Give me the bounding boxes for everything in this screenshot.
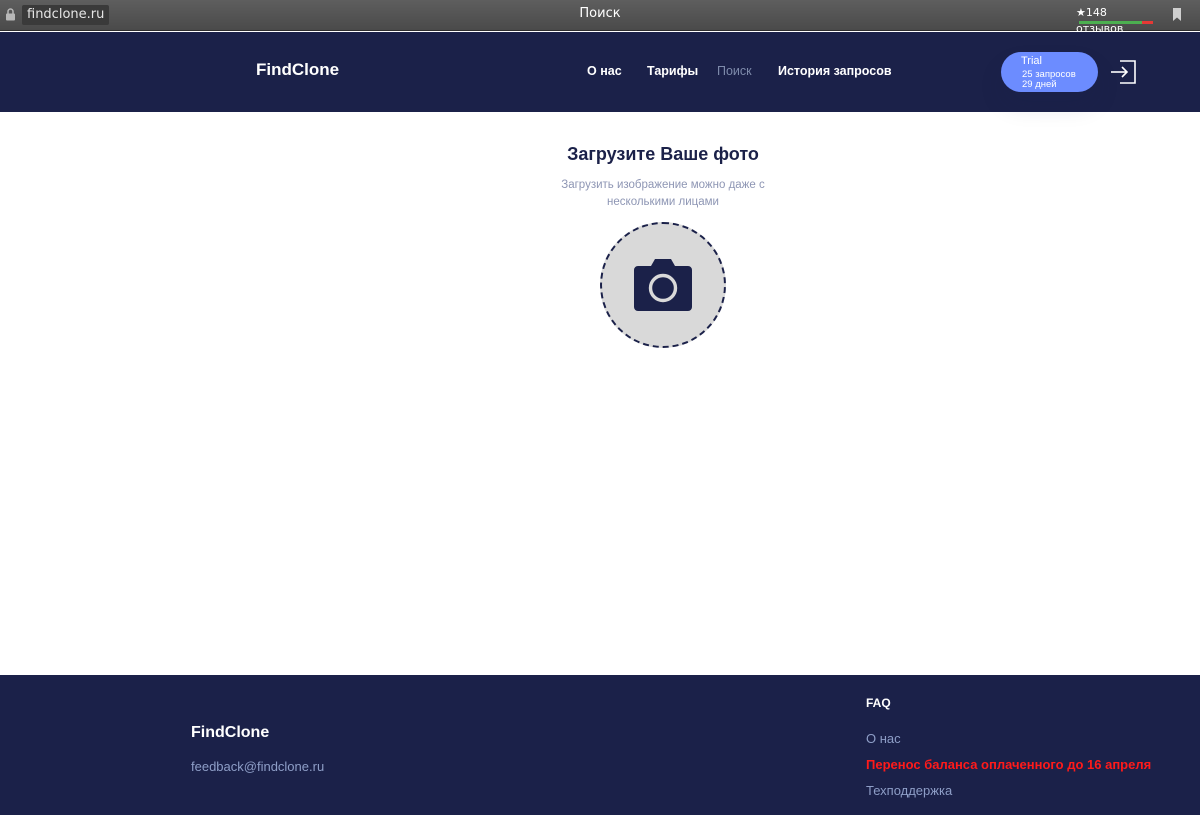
footer-link-balance-transfer[interactable]: Перенос баланса оплаченного до 16 апреля	[866, 757, 1151, 772]
plan-days: 29 дней	[1022, 79, 1057, 90]
footer-link-support[interactable]: Техподдержка	[866, 783, 952, 798]
nav-history[interactable]: История запросов	[778, 64, 892, 78]
photo-upload-button[interactable]	[600, 222, 726, 348]
page-title: Загрузите Ваше фото	[567, 144, 759, 164]
page-tab-title: Поиск	[579, 6, 621, 21]
subtitle-line-2: несколькими лицами	[607, 196, 719, 208]
nav-about[interactable]: О нас	[587, 64, 622, 78]
bookmark-icon[interactable]	[1172, 8, 1182, 21]
reviews-badge[interactable]: ★148 отзывов	[1076, 5, 1154, 35]
site-footer: FindClone feedback@findclone.ru FAQ О на…	[0, 675, 1200, 815]
faq-heading: FAQ	[866, 696, 891, 710]
rating-bar	[1079, 21, 1153, 24]
feedback-email-link[interactable]: feedback@findclone.ru	[191, 759, 324, 774]
footer-logo[interactable]: FindClone	[191, 724, 269, 742]
footer-link-about[interactable]: О нас	[866, 731, 901, 746]
nav-tariffs[interactable]: Тарифы	[647, 64, 698, 78]
login-icon[interactable]	[1110, 60, 1136, 84]
camera-icon	[634, 259, 692, 311]
site-header: FindClone О нас Тарифы Поиск История зап…	[0, 32, 1200, 112]
subtitle-line-1: Загрузить изображение можно даже с	[561, 179, 765, 191]
page-subtitle: Загрузить изображение можно даже с неско…	[550, 177, 776, 211]
plan-badge[interactable]: Trial 25 запросов 29 дней	[1001, 52, 1098, 92]
nav-search[interactable]: Поиск	[717, 64, 752, 78]
plan-name: Trial	[1021, 55, 1042, 67]
browser-toolbar: findclone.ru Поиск ★148 отзывов	[0, 0, 1200, 35]
site-logo[interactable]: FindClone	[256, 60, 339, 80]
